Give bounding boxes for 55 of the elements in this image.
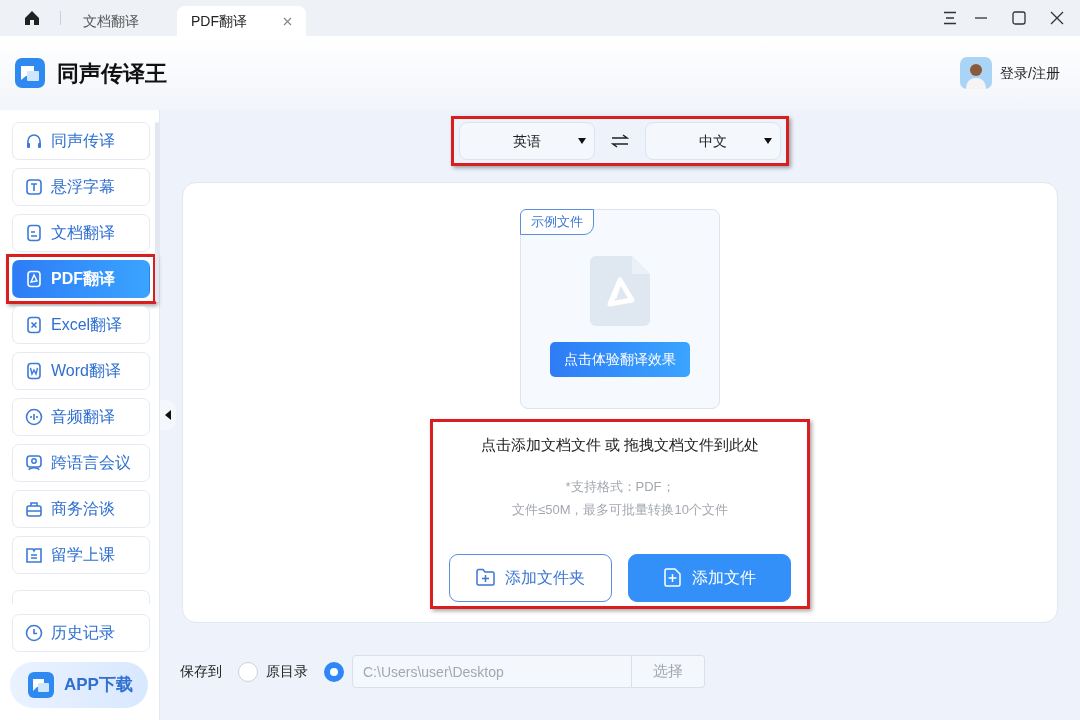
app-logo-icon xyxy=(28,672,54,698)
add-folder-button[interactable]: 添加文件夹 xyxy=(449,553,612,602)
sidebar-item[interactable]: 跨语言会议 xyxy=(12,444,150,482)
save-label: 保存到 xyxy=(180,662,222,681)
language-select[interactable]: 中文 xyxy=(645,122,781,160)
excel-icon xyxy=(25,316,43,334)
try-button[interactable]: 点击体验翻译效果 xyxy=(550,342,690,377)
caret-icon xyxy=(578,138,586,144)
collapse-handle[interactable] xyxy=(160,400,176,430)
headset-icon xyxy=(25,132,43,150)
size-note: 文件≤50M，最多可批量转换10个文件 xyxy=(512,501,728,519)
menu-icon[interactable] xyxy=(942,11,958,25)
sidebar-item[interactable]: Word翻译 xyxy=(12,352,150,390)
login-link[interactable]: 登录/注册 xyxy=(1000,62,1060,84)
caret-icon xyxy=(764,138,772,144)
sample-tag: 示例文件 xyxy=(520,209,594,235)
person-screen-icon xyxy=(25,454,43,472)
clock-icon xyxy=(25,624,43,642)
sidebar-item[interactable]: 历史记录 xyxy=(12,614,150,652)
app-title: 同声传译王 xyxy=(57,59,167,88)
maximize-icon[interactable] xyxy=(1012,11,1026,25)
book-icon xyxy=(25,546,43,564)
avatar-icon xyxy=(960,57,993,89)
audio-icon xyxy=(25,408,43,426)
caret-icon xyxy=(165,410,171,420)
sidebar-item[interactable]: 文档翻译 xyxy=(12,214,150,252)
format-note: *支持格式：PDF； xyxy=(565,477,675,496)
tab[interactable]: 文档翻译 xyxy=(69,6,153,36)
sidebar-item[interactable]: 留学上课 xyxy=(12,536,150,574)
pdf-file-icon xyxy=(590,256,650,326)
language-select[interactable]: 英语 xyxy=(459,122,595,160)
download-button[interactable]: APP下载 xyxy=(10,662,148,708)
sidebar-item[interactable]: 商务洽谈 xyxy=(12,490,150,528)
sample-card[interactable]: 示例文件 点击体验翻译效果 xyxy=(520,209,720,409)
close-icon[interactable] xyxy=(1050,11,1064,25)
swap-icon[interactable] xyxy=(611,134,629,148)
pdf-icon xyxy=(25,270,43,288)
document-icon xyxy=(25,224,43,242)
tab[interactable]: PDF翻译 xyxy=(177,6,306,36)
sidebar-item[interactable]: 悬浮字幕 xyxy=(12,168,150,206)
folder-plus-icon xyxy=(476,568,495,587)
home-icon[interactable] xyxy=(24,10,40,26)
add-file-button[interactable]: 添加文件 xyxy=(628,553,791,602)
file-plus-icon xyxy=(663,568,682,587)
text-icon xyxy=(25,178,43,196)
sidebar-item[interactable]: 同声传译 xyxy=(12,122,150,160)
drop-prompt: 点击添加文档文件 或 拖拽文档文件到此处 xyxy=(480,435,760,455)
sidebar-item[interactable]: PDF翻译 xyxy=(12,260,150,298)
sidebar-item[interactable]: 音频翻译 xyxy=(12,398,150,436)
app-logo-icon xyxy=(15,58,45,88)
sidebar-item[interactable]: Excel翻译 xyxy=(12,306,150,344)
radio-button[interactable] xyxy=(324,661,344,682)
radio-label: 原目录 xyxy=(266,662,308,681)
briefcase-icon xyxy=(25,500,43,518)
word-icon xyxy=(25,362,43,380)
